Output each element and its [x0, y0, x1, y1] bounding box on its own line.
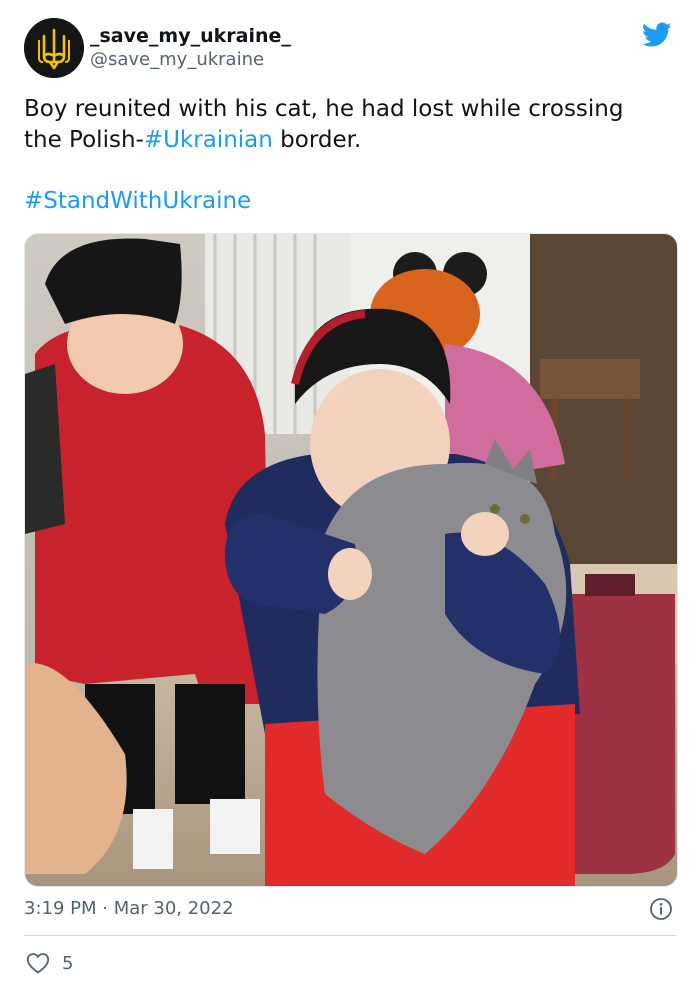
tweet-photo[interactable] — [24, 233, 678, 887]
tweet-header: _save_my_ukraine_ @save_my_ukraine — [24, 18, 676, 80]
author-names: _save_my_ukraine_ @save_my_ukraine — [90, 25, 291, 72]
divider — [24, 935, 676, 936]
info-icon[interactable] — [649, 897, 673, 921]
heart-icon — [26, 953, 50, 974]
tweet-date: Mar 30, 2022 — [113, 898, 234, 919]
like-count: 5 — [62, 952, 74, 974]
tweet-time: 3:19 PM — [24, 898, 97, 919]
tweet-timestamp[interactable]: 3:19 PM · Mar 30, 2022 — [24, 897, 234, 921]
tweet-hashtag-line: #StandWithUkraine — [24, 186, 664, 217]
photo-illustration — [25, 234, 677, 886]
handle[interactable]: @save_my_ukraine — [90, 48, 291, 72]
twitter-bird-icon[interactable] — [642, 22, 672, 48]
hashtag-standwithukraine-link[interactable]: #StandWithUkraine — [24, 188, 251, 214]
tweet-text-suffix: border. — [272, 127, 362, 153]
avatar[interactable] — [24, 18, 84, 78]
trident-icon — [24, 18, 84, 78]
display-name[interactable]: _save_my_ukraine_ — [90, 25, 291, 47]
hashtag-ukrainian-link[interactable]: #Ukrainian — [144, 127, 273, 153]
tweet-text-line: Boy reunited with his cat, he had lost w… — [24, 94, 664, 156]
tweet-text: Boy reunited with his cat, he had lost w… — [24, 94, 664, 217]
meta-separator: · — [96, 898, 114, 919]
tweet-card: _save_my_ukraine_ @save_my_ukraine Boy r… — [0, 0, 700, 988]
like-button[interactable]: 5 — [26, 950, 73, 976]
